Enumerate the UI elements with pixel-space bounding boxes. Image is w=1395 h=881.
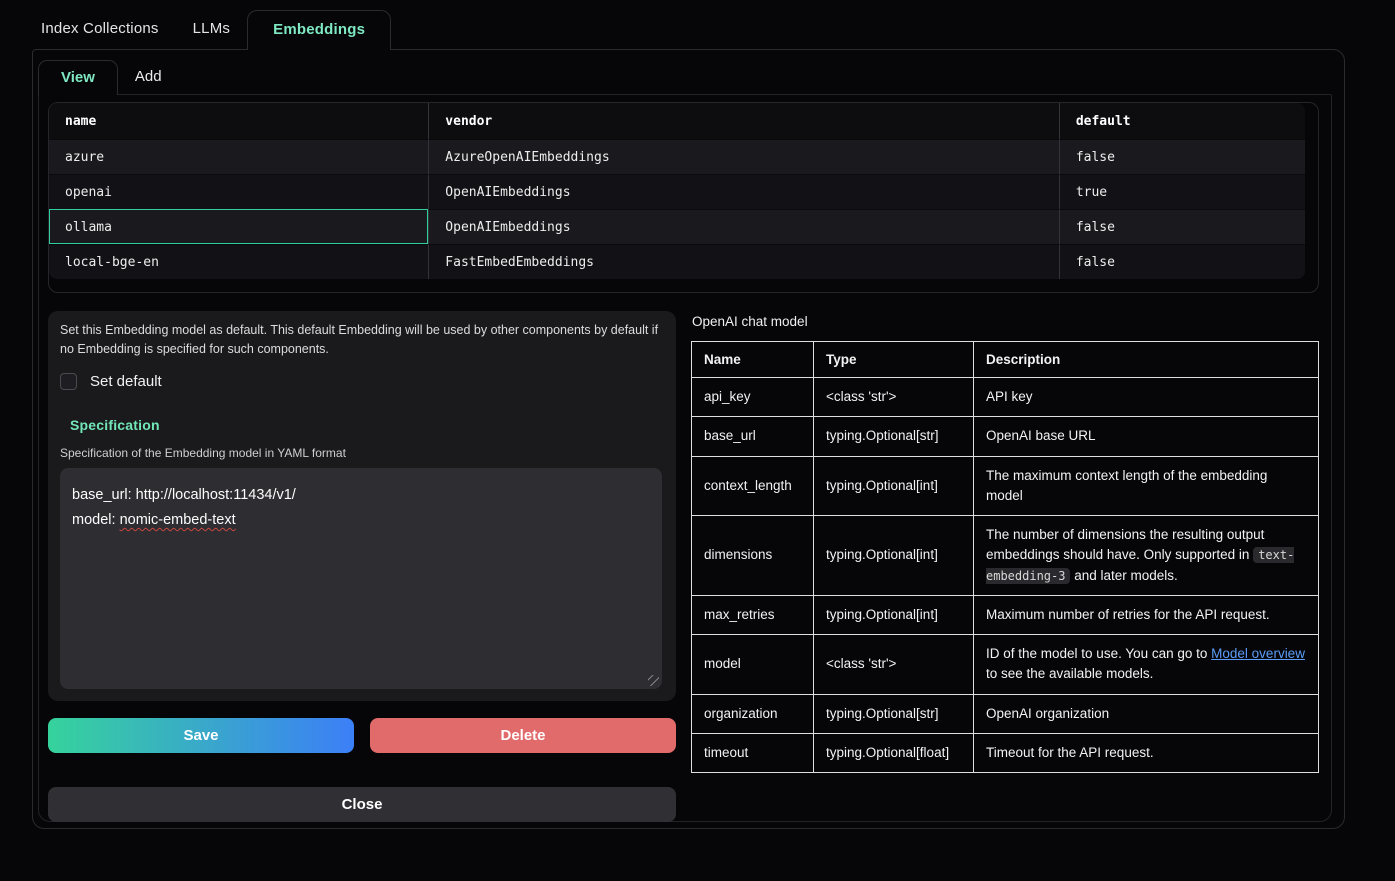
param-description: OpenAI organization <box>974 694 1319 733</box>
desc-text: ID of the model to use. You can go to <box>986 646 1211 661</box>
embeddings-table: name vendor default azure AzureOpenAIEmb… <box>49 103 1305 279</box>
schema-row-api-key: api_key <class 'str'> API key <box>692 378 1319 417</box>
param-type: typing.Optional[float] <box>814 733 974 772</box>
sub-tab-bar: View Add <box>33 50 1344 94</box>
cell-name[interactable]: azure <box>49 139 428 174</box>
cell-vendor[interactable]: FastEmbedEmbeddings <box>428 244 1059 279</box>
specification-heading: Specification <box>70 417 662 433</box>
embeddings-table-header: name vendor default <box>49 103 1305 139</box>
param-description: The number of dimensions the resulting o… <box>974 516 1319 596</box>
set-default-row[interactable]: Set default <box>60 373 662 390</box>
param-name: model <box>692 635 814 695</box>
embeddings-table-card: name vendor default azure AzureOpenAIEmb… <box>48 102 1319 293</box>
resize-handle[interactable] <box>648 675 659 686</box>
app-root: Index Collections LLMs Embeddings View A… <box>0 0 1395 881</box>
view-tab-panel: name vendor default azure AzureOpenAIEmb… <box>38 94 1332 822</box>
cell-vendor[interactable]: OpenAIEmbeddings <box>428 174 1059 209</box>
table-row-local-bge-en[interactable]: local-bge-en FastEmbedEmbeddings false <box>49 244 1305 279</box>
schema-col-type: Type <box>814 342 974 378</box>
param-type: typing.Optional[str] <box>814 417 974 456</box>
close-button[interactable]: Close <box>48 787 676 822</box>
schema-row-model: model <class 'str'> ID of the model to u… <box>692 635 1319 695</box>
subtab-add[interactable]: Add <box>118 60 179 94</box>
cell-default[interactable]: false <box>1059 244 1305 279</box>
param-name: api_key <box>692 378 814 417</box>
cell-vendor[interactable]: AzureOpenAIEmbeddings <box>428 139 1059 174</box>
schema-row-organization: organization typing.Optional[str] OpenAI… <box>692 694 1319 733</box>
param-description: ID of the model to use. You can go to Mo… <box>974 635 1319 695</box>
schema-row-context-length: context_length typing.Optional[int] The … <box>692 456 1319 516</box>
subtab-view[interactable]: View <box>38 60 118 95</box>
schema-title: OpenAI chat model <box>692 314 1319 329</box>
param-description: The maximum context length of the embedd… <box>974 456 1319 516</box>
save-button[interactable]: Save <box>48 718 354 753</box>
col-header-vendor: vendor <box>428 103 1059 139</box>
embeddings-panel: View Add name vendor default <box>32 49 1345 829</box>
cell-default[interactable]: false <box>1059 209 1305 244</box>
schema-header-row: Name Type Description <box>692 342 1319 378</box>
cell-vendor[interactable]: OpenAIEmbeddings <box>428 209 1059 244</box>
schema-row-base-url: base_url typing.Optional[str] OpenAI bas… <box>692 417 1319 456</box>
yaml-spec-textarea[interactable]: base_url: http://localhost:11434/v1/ mod… <box>60 468 662 689</box>
param-type: <class 'str'> <box>814 635 974 695</box>
table-row-openai[interactable]: openai OpenAIEmbeddings true <box>49 174 1305 209</box>
param-name: base_url <box>692 417 814 456</box>
default-description: Set this Embedding model as default. Thi… <box>60 321 660 360</box>
param-description: Timeout for the API request. <box>974 733 1319 772</box>
cell-name[interactable]: openai <box>49 174 428 209</box>
desc-text: The number of dimensions the resulting o… <box>986 527 1264 562</box>
action-buttons: Save Delete <box>48 718 676 753</box>
tab-index-collections[interactable]: Index Collections <box>24 10 176 49</box>
main-tab-bar: Index Collections LLMs Embeddings <box>0 0 1395 49</box>
param-type: typing.Optional[int] <box>814 456 974 516</box>
param-description: OpenAI base URL <box>974 417 1319 456</box>
schema-row-dimensions: dimensions typing.Optional[int] The numb… <box>692 516 1319 596</box>
schema-row-timeout: timeout typing.Optional[float] Timeout f… <box>692 733 1319 772</box>
specification-hint: Specification of the Embedding model in … <box>60 446 662 460</box>
table-row-ollama[interactable]: ollama OpenAIEmbeddings false <box>49 209 1305 244</box>
param-name: context_length <box>692 456 814 516</box>
param-type: typing.Optional[str] <box>814 694 974 733</box>
schema-column: OpenAI chat model Name Type Description <box>691 311 1319 822</box>
param-type: <class 'str'> <box>814 378 974 417</box>
delete-button[interactable]: Delete <box>370 718 676 753</box>
param-type: typing.Optional[int] <box>814 516 974 596</box>
schema-col-name: Name <box>692 342 814 378</box>
desc-text: to see the available models. <box>986 666 1153 681</box>
set-default-checkbox[interactable] <box>60 373 77 390</box>
yaml-line-1: base_url: http://localhost:11434/v1/ <box>72 483 650 508</box>
param-name: organization <box>692 694 814 733</box>
param-description: API key <box>974 378 1319 417</box>
desc-text: and later models. <box>1070 568 1177 583</box>
cell-default[interactable]: false <box>1059 139 1305 174</box>
param-name: max_retries <box>692 595 814 634</box>
schema-table: Name Type Description api_key <class 'st… <box>691 341 1319 773</box>
model-overview-link[interactable]: Model overview <box>1211 646 1305 661</box>
cell-name[interactable]: local-bge-en <box>49 244 428 279</box>
param-type: typing.Optional[int] <box>814 595 974 634</box>
param-description: Maximum number of retries for the API re… <box>974 595 1319 634</box>
tab-embeddings[interactable]: Embeddings <box>247 10 391 50</box>
detail-region: Set this Embedding model as default. Thi… <box>48 311 1319 822</box>
schema-row-max-retries: max_retries typing.Optional[int] Maximum… <box>692 595 1319 634</box>
table-row-azure[interactable]: azure AzureOpenAIEmbeddings false <box>49 139 1305 174</box>
set-default-label: Set default <box>90 373 162 390</box>
tab-llms[interactable]: LLMs <box>176 10 247 49</box>
col-header-default: default <box>1059 103 1305 139</box>
edit-column: Set this Embedding model as default. Thi… <box>48 311 676 822</box>
param-name: dimensions <box>692 516 814 596</box>
param-name: timeout <box>692 733 814 772</box>
cell-default[interactable]: true <box>1059 174 1305 209</box>
cell-name-selected[interactable]: ollama <box>49 209 428 244</box>
schema-col-description: Description <box>974 342 1319 378</box>
yaml-line-2-value: nomic-embed-text <box>120 512 236 528</box>
yaml-line-2: model: nomic-embed-text <box>72 508 650 533</box>
col-header-name: name <box>49 103 428 139</box>
yaml-line-2-key: model: <box>72 512 120 528</box>
default-and-spec-panel: Set this Embedding model as default. Thi… <box>48 311 676 701</box>
